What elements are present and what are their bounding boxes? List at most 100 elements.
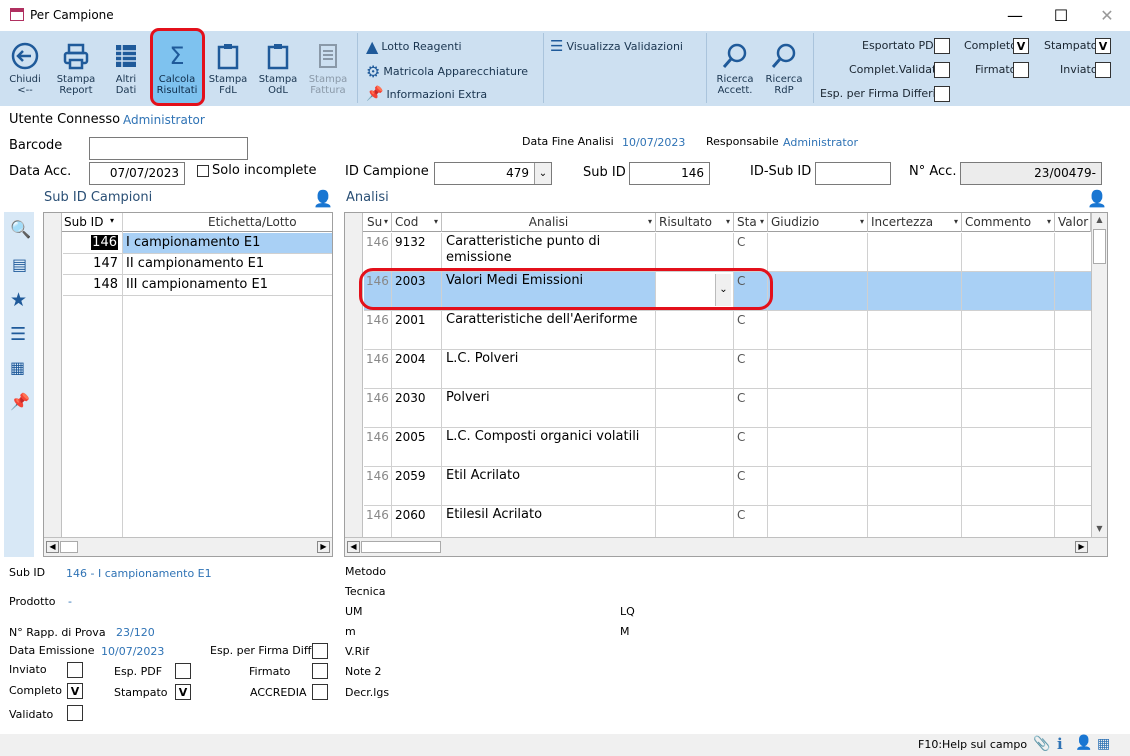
visualizza-validazioni-link[interactable]: ☰ Visualizza Validazioni: [550, 37, 683, 55]
incertezza-cell[interactable]: [868, 428, 962, 466]
sub-id-input[interactable]: 146: [629, 162, 710, 185]
h-scrollbar[interactable]: ◀ ▶: [44, 537, 332, 556]
commento-cell[interactable]: [962, 350, 1055, 388]
solo-incomplete-checkbox[interactable]: [197, 165, 209, 177]
completo-checkbox[interactable]: V: [67, 683, 83, 699]
scroll-thumb[interactable]: [361, 541, 441, 553]
scroll-down-arrow-icon[interactable]: ▼: [1093, 524, 1106, 537]
user-icon[interactable]: 👤: [313, 189, 333, 208]
esp-firma-checkbox[interactable]: [934, 86, 950, 102]
esportato-pdf-checkbox[interactable]: [934, 38, 950, 54]
col-header[interactable]: Su ▾: [364, 213, 392, 232]
col-header[interactable]: Risultato ▾: [656, 213, 734, 232]
table-row[interactable]: 146 2001 Caratteristiche dell'Aeriforme …: [364, 311, 1091, 350]
table-row[interactable]: 146 2005 L.C. Composti organici volatili…: [364, 428, 1091, 467]
stampa-fdl-button[interactable]: Stampa FdL: [204, 33, 252, 103]
esp-firma-diff-checkbox[interactable]: [312, 643, 328, 659]
stampato-checkbox[interactable]: V: [1095, 38, 1111, 54]
commento-cell[interactable]: [962, 233, 1055, 271]
risultato-cell[interactable]: [656, 311, 734, 349]
col-header[interactable]: Sta ▾: [734, 213, 768, 232]
giudizio-cell[interactable]: [768, 311, 868, 349]
chiudi-button[interactable]: Chiudi <--: [1, 33, 49, 103]
col-header[interactable]: Cod ▾: [392, 213, 442, 232]
commento-cell[interactable]: [962, 272, 1055, 310]
accredia-checkbox[interactable]: [312, 684, 328, 700]
paperclip-icon[interactable]: 📎: [1033, 736, 1050, 752]
inviato-checkbox[interactable]: [1095, 62, 1111, 78]
v-scrollbar[interactable]: ▲ ▼: [1091, 213, 1107, 539]
matricola-link[interactable]: ⚙ Matricola Apparecchiature: [366, 62, 528, 81]
barcode-input[interactable]: [89, 137, 248, 160]
giudizio-cell[interactable]: [768, 350, 868, 388]
table-row[interactable]: 146 I campionamento E1: [63, 233, 332, 254]
commento-cell[interactable]: [962, 428, 1055, 466]
firmato-checkbox[interactable]: [312, 663, 328, 679]
col-header[interactable]: Valor: [1055, 213, 1091, 232]
calendar-icon[interactable]: ▦: [1097, 736, 1110, 752]
h-scrollbar[interactable]: ◀ ▶: [345, 537, 1107, 556]
table-row[interactable]: 148 III campionamento E1: [63, 275, 332, 296]
info-icon[interactable]: i: [1057, 735, 1063, 753]
table-row[interactable]: 146 2059 Etil Acrilato C: [364, 467, 1091, 506]
id-sub-id-input[interactable]: [815, 162, 891, 185]
ricerca-rdp-button[interactable]: Ricerca RdP: [760, 33, 808, 103]
minimize-button[interactable]: —: [992, 0, 1038, 31]
scroll-left-arrow-icon[interactable]: ◀: [46, 541, 59, 553]
table-row[interactable]: 147 II campionamento E1: [63, 254, 332, 275]
giudizio-cell[interactable]: [768, 389, 868, 427]
scroll-right-arrow-icon[interactable]: ▶: [317, 541, 330, 553]
scroll-right-arrow-icon[interactable]: ▶: [1075, 541, 1088, 553]
scroll-up-arrow-icon[interactable]: ▲: [1093, 215, 1106, 228]
info-extra-link[interactable]: 📌 Informazioni Extra: [366, 86, 487, 102]
col-header[interactable]: Analisi ▾: [442, 213, 656, 232]
risultato-cell[interactable]: [656, 428, 734, 466]
ricerca-accett-button[interactable]: Ricerca Accett.: [711, 33, 759, 103]
commento-cell[interactable]: [962, 467, 1055, 505]
stampa-fattura-button[interactable]: Stampa Fattura: [304, 33, 352, 103]
incertezza-cell[interactable]: [868, 272, 962, 310]
altri-dati-button[interactable]: Altri Dati: [102, 33, 150, 103]
incertezza-cell[interactable]: [868, 233, 962, 271]
risultato-cell[interactable]: [656, 467, 734, 505]
inviato-checkbox[interactable]: [67, 662, 83, 678]
maximize-button[interactable]: ☐: [1038, 0, 1084, 31]
col-sub-id[interactable]: Sub ID: [64, 215, 103, 229]
list-icon[interactable]: ☰: [10, 324, 26, 345]
calendar-icon[interactable]: ▦: [10, 358, 25, 377]
giudizio-cell[interactable]: [768, 467, 868, 505]
calcola-risultati-button[interactable]: Σ Calcola Risultati: [153, 33, 201, 103]
commento-cell[interactable]: [962, 389, 1055, 427]
risultato-cell[interactable]: [656, 389, 734, 427]
incertezza-cell[interactable]: [868, 350, 962, 388]
stampato-checkbox[interactable]: V: [175, 684, 191, 700]
col-etichetta[interactable]: Etichetta/Lotto: [208, 215, 297, 229]
table-row[interactable]: 146 2030 Polveri C: [364, 389, 1091, 428]
validato-checkbox[interactable]: [67, 705, 83, 721]
risultato-cell[interactable]: [656, 233, 734, 271]
giudizio-cell[interactable]: [768, 233, 868, 271]
document-icon[interactable]: ▤: [12, 255, 27, 274]
user-icon[interactable]: 👤: [1075, 735, 1092, 751]
pin-icon[interactable]: 📌: [10, 392, 30, 411]
scroll-thumb[interactable]: [1093, 229, 1106, 264]
col-header[interactable]: Giudizio ▾: [768, 213, 868, 232]
table-row[interactable]: 146 2004 L.C. Polveri C: [364, 350, 1091, 389]
search-icon[interactable]: 🔍: [10, 220, 31, 240]
data-acc-input[interactable]: 07/07/2023: [89, 162, 185, 185]
col-header[interactable]: Commento ▾: [962, 213, 1055, 232]
incertezza-cell[interactable]: [868, 389, 962, 427]
esp-pdf-checkbox[interactable]: [175, 663, 191, 679]
stampa-odl-button[interactable]: Stampa OdL: [254, 33, 302, 103]
star-icon[interactable]: ★: [10, 289, 27, 311]
complet-validato-checkbox[interactable]: [934, 62, 950, 78]
giudizio-cell[interactable]: [768, 428, 868, 466]
col-header[interactable]: Incertezza ▾: [868, 213, 962, 232]
lotto-reagenti-link[interactable]: ▲ Lotto Reagenti: [366, 37, 462, 56]
commento-cell[interactable]: [962, 311, 1055, 349]
chevron-down-icon[interactable]: ⌄: [534, 163, 551, 184]
firmato-checkbox[interactable]: [1013, 62, 1029, 78]
scroll-left-arrow-icon[interactable]: ◀: [347, 541, 360, 553]
incertezza-cell[interactable]: [868, 467, 962, 505]
close-button[interactable]: ✕: [1084, 0, 1130, 31]
